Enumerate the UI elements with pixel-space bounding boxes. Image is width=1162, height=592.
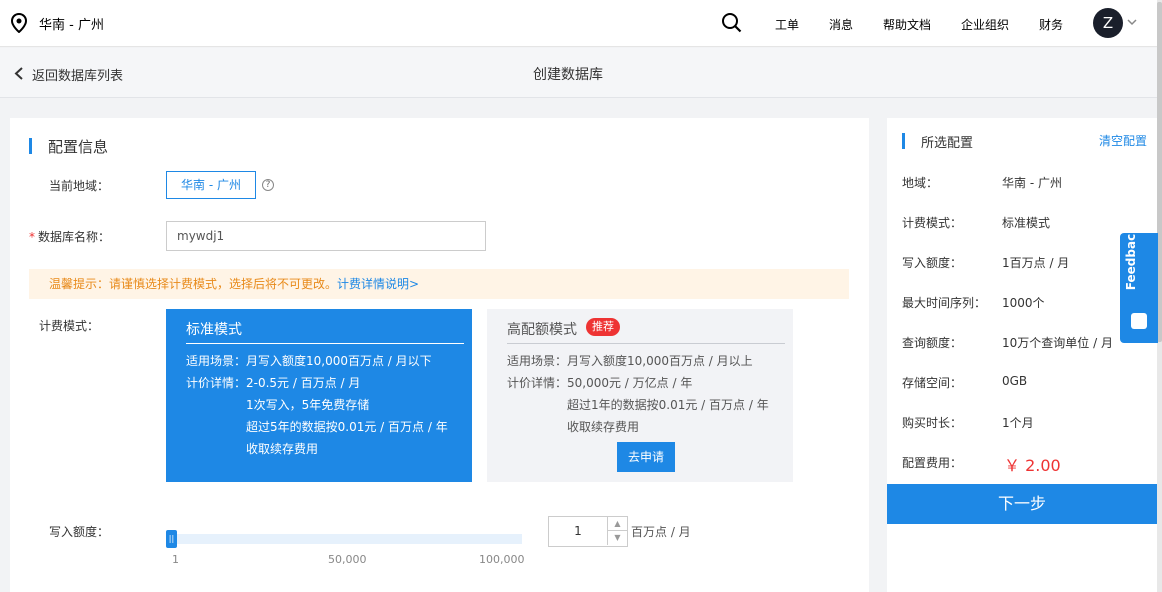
top-bar: 华南 - 广州 工单 消息 帮助文档 企业组织 财务 Z — [0, 0, 1162, 47]
chevron-down-icon[interactable] — [1126, 17, 1138, 27]
summary-title: 所选配置 — [921, 136, 974, 151]
db-name-input[interactable] — [166, 221, 486, 251]
plan-price-line: 50,000元 / 万亿点 / 年 — [567, 376, 693, 390]
sub-header: 返回数据库列表 创建数据库 — [0, 48, 1162, 98]
section-marker — [902, 133, 905, 149]
plan-price-line: 2-0.5元 / 百万点 / 月 — [246, 376, 361, 390]
region-button[interactable]: 华南 - 广州 — [166, 171, 256, 199]
recommend-badge: 推荐 — [586, 318, 620, 336]
quota-stepper[interactable]: 1 ▲ ▼ — [548, 516, 628, 547]
region-selector[interactable]: 华南 - 广州 — [39, 14, 104, 33]
page-title: 创建数据库 — [533, 67, 603, 83]
write-quota-label: 写入额度： — [49, 525, 110, 539]
fee-label: 配置费用： — [902, 456, 963, 470]
summary-label: 存储空间： — [902, 376, 963, 390]
quota-unit: 百万点 / 月 — [631, 525, 691, 539]
summary-label: 查询额度： — [902, 336, 963, 350]
slider-mid-label: 50,000 — [328, 553, 367, 566]
nav-organization[interactable]: 企业组织 — [961, 16, 1009, 33]
slider-min-label: 1 — [172, 553, 179, 566]
nav-tickets[interactable]: 工单 — [775, 16, 799, 33]
plan-scene: 适用场景：月写入额度10,000百万点 / 月以下 — [186, 354, 432, 368]
stepper-down-icon[interactable]: ▼ — [607, 531, 627, 545]
stepper-up-icon[interactable]: ▲ — [607, 517, 627, 531]
tip-text: 温馨提示：请谨慎选择计费模式，选择后将不可更改。 — [49, 277, 338, 291]
plan-price-line: 1次写入，5年免费存储 — [246, 398, 370, 412]
plan-title: 标准模式 — [186, 322, 242, 338]
avatar[interactable]: Z — [1093, 8, 1123, 38]
next-step-button[interactable]: 下一步 — [887, 484, 1157, 524]
quota-slider-track[interactable] — [166, 534, 522, 544]
back-to-list-link[interactable]: 返回数据库列表 — [32, 65, 123, 84]
billing-detail-link[interactable]: 计费详情说明> — [337, 277, 419, 291]
summary-value: 1个月 — [1002, 416, 1034, 430]
summary-value: 10万个查询单位 / 月 — [1002, 336, 1113, 350]
quota-slider-handle[interactable]: || — [166, 530, 177, 548]
divider — [186, 343, 464, 344]
location-pin-icon[interactable] — [10, 13, 28, 33]
summary-label: 购买时长： — [902, 416, 963, 430]
apply-button[interactable]: 去申请 — [617, 442, 675, 472]
slider-max-label: 100,000 — [479, 553, 525, 566]
clear-config-link[interactable]: 清空配置 — [1099, 132, 1147, 149]
feedback-face-icon — [1131, 313, 1147, 329]
summary-label: 计费模式： — [902, 216, 963, 230]
help-icon[interactable]: ? — [262, 179, 274, 191]
plan-high-quota[interactable]: 高配额模式 推荐 适用场景：月写入额度10,000百万点 / 月以上 计价详情：… — [487, 309, 793, 482]
plan-price-line: 超过1年的数据按0.01元 / 百万点 / 年 — [567, 398, 769, 412]
plan-price-label: 计价详情： — [186, 376, 247, 390]
summary-label: 写入额度： — [902, 256, 963, 270]
billing-tip: 温馨提示：请谨慎选择计费模式，选择后将不可更改。计费详情说明> — [29, 269, 849, 299]
section-marker — [29, 138, 32, 154]
chevron-left-icon[interactable] — [14, 67, 24, 80]
feedback-label: Feedback — [1124, 225, 1138, 291]
summary-value: 标准模式 — [1002, 216, 1051, 230]
summary-value: 0GB — [1002, 374, 1028, 388]
fee-value: ￥ 2.00 — [1004, 456, 1061, 475]
nav-help-docs[interactable]: 帮助文档 — [883, 16, 931, 33]
nav-messages[interactable]: 消息 — [829, 16, 853, 33]
section-title: 配置信息 — [48, 138, 109, 156]
plan-price-line: 超过5年的数据按0.01元 / 百万点 / 年 — [246, 420, 448, 434]
feedback-tab[interactable]: Feedback — [1120, 226, 1158, 343]
billing-mode-label: 计费模式： — [39, 319, 100, 333]
plan-standard[interactable]: 标准模式 适用场景：月写入额度10,000百万点 / 月以下 计价详情： 2-0… — [166, 309, 472, 482]
summary-label: 最大时间序列： — [902, 296, 987, 310]
nav-finance[interactable]: 财务 — [1039, 16, 1063, 33]
search-icon[interactable] — [721, 12, 742, 33]
quota-stepper-value[interactable]: 1 — [549, 517, 607, 546]
summary-label: 地域： — [902, 176, 939, 190]
plan-price-line: 收取续存费用 — [246, 442, 319, 456]
summary-value: 1000个 — [1002, 296, 1045, 310]
region-label: 当前地域： — [49, 179, 110, 193]
plan-scene: 适用场景：月写入额度10,000百万点 / 月以上 — [507, 354, 753, 368]
plan-title: 高配额模式 — [507, 322, 577, 338]
divider — [507, 343, 785, 344]
summary-value: 1百万点 / 月 — [1002, 256, 1070, 270]
db-name-label-text: 数据库名称： — [38, 230, 111, 244]
plan-price-line: 收取续存费用 — [567, 420, 640, 434]
plan-price-label: 计价详情： — [507, 376, 568, 390]
db-name-label: * 数据库名称： — [29, 230, 111, 244]
summary-value: 华南 - 广州 — [1002, 176, 1062, 190]
